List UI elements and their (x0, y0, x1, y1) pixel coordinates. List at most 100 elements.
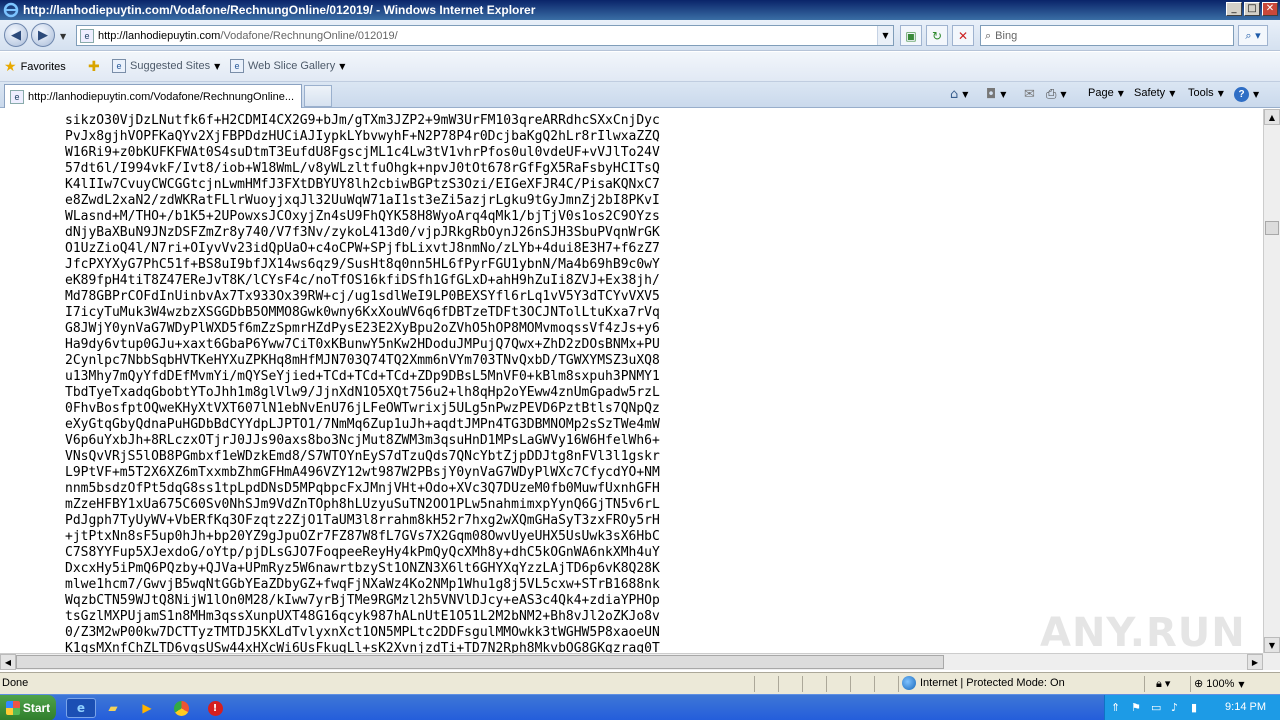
favorites-bar: ★ Favorites ✚ e Suggested Sites ▼ e Web … (0, 52, 1280, 82)
suggested-sites-link[interactable]: e Suggested Sites ▼ (112, 59, 220, 73)
tab-label: http://lanhodiepuytin.com/Vodafone/Rechn… (28, 90, 295, 103)
close-button[interactable]: ✕ (1262, 2, 1278, 16)
status-segment (754, 676, 778, 692)
mail-icon: ✉ (1024, 87, 1035, 102)
stop-button[interactable]: ✕ (952, 25, 974, 46)
taskbar-clock[interactable]: 9:14 PM (1225, 701, 1266, 713)
address-dropdown-button[interactable]: ▼ (877, 26, 893, 45)
web-slice-gallery-label: Web Slice Gallery (248, 60, 336, 72)
zone-label: Internet | Protected Mode: On (920, 676, 1065, 689)
text-line: 0/Z3M2wP00kw7DCTTyzTMTDJ5KXLdTvlyxnXct1O… (65, 625, 660, 640)
text-line: WLasnd+M/THO+/b1K5+2UPowxsJCOxyjZn4sU9Fh… (65, 209, 660, 224)
read-mail-button[interactable]: ✉ (1024, 87, 1035, 102)
text-line: V6p6uYxbJh+8RLczxOTjrJ0JJs90axs8bo3NcjMu… (65, 433, 660, 448)
protected-mode-lock-icon[interactable]: 🔒︎ ▾ (1156, 677, 1170, 691)
zoom-control[interactable]: ⊕ 100% ▼ (1194, 677, 1245, 690)
media-player-icon: ▶ (142, 701, 152, 715)
power-icon[interactable]: ▮ (1191, 701, 1197, 714)
chevron-down-icon: ▼ (1253, 90, 1260, 99)
address-toolbar: ◀ ▶ ▼ e http://lanhodiepuytin.com/Vodafo… (0, 20, 1280, 51)
chevron-down-icon: ▼ (1000, 90, 1007, 99)
compatibility-icon: ▣ (905, 28, 917, 43)
tray-expand-icon[interactable]: ⇑ (1111, 701, 1120, 714)
search-button[interactable]: ⌕ ▾ (1238, 25, 1268, 46)
volume-icon[interactable]: ♪ (1171, 701, 1178, 714)
favorites-star-icon: ★ (4, 59, 17, 75)
text-line: tsGzlMXPUjamS1n8MHm3qssXunpUXT48G16qcyk9… (65, 609, 660, 624)
text-line: DxcxHy5iPmQ6PQzby+QJVa+UPmRyz5W6nawrtbzy… (65, 561, 660, 576)
web-slice-icon: e (230, 59, 244, 73)
text-line: dNjyBaXBuN9JNzDSFZmZr8y740/V7f3Nv/zykoL4… (65, 225, 660, 240)
zoom-icon: ⊕ (1194, 678, 1207, 690)
taskbar-explorer[interactable]: ▰ (102, 698, 124, 718)
suggested-sites-label: Suggested Sites (130, 60, 211, 72)
zoom-level: 100% (1206, 678, 1235, 690)
vertical-scroll-thumb[interactable] (1265, 221, 1279, 235)
scroll-down-arrow-icon[interactable]: ▼ (1264, 637, 1280, 653)
text-line: u13Mhy7mQyYfdDEfMvmYi/mQYSeYjied+TCd+TCd… (65, 369, 660, 384)
home-button[interactable]: ⌂ ▼ (950, 87, 968, 102)
text-line: 57dt6l/I994vkF/Ivt8/iob+W18WmL/v8yWLzltf… (65, 161, 660, 176)
globe-icon (902, 676, 916, 690)
text-line: VNsQvVRjS5lOB8PGmbxf1eWDzkEmd8/S7WTOYnEy… (65, 449, 660, 464)
chevron-down-icon: ▼ (1117, 88, 1124, 98)
rss-feed-icon: ◘ (986, 87, 997, 102)
folder-icon: ▰ (108, 701, 118, 715)
start-button[interactable]: Start (0, 695, 56, 720)
minimize-button[interactable]: _ (1226, 2, 1242, 16)
maximize-button[interactable]: □ (1244, 2, 1260, 16)
scroll-right-arrow-icon[interactable]: ▶ (1247, 654, 1263, 670)
text-line: I7icyTuMuk3W4wzbzXSGGDbB5OMMO8Gwk0wny6Kx… (65, 305, 660, 320)
safety-menu-label: Safety (1134, 87, 1166, 99)
search-box[interactable]: ⌕ Bing (980, 25, 1234, 46)
text-line: L9PtVF+m5T2X6XZ6mTxxmbZhmGFHmA496VZY12wt… (65, 465, 660, 480)
new-tab-button[interactable] (304, 85, 332, 107)
text-line: 0FhvBosfptOQweKHyXtVXT607lN1ebNvEnU76jLF… (65, 401, 660, 416)
address-field[interactable]: e http://lanhodiepuytin.com/Vodafone/Rec… (76, 25, 894, 46)
page-menu[interactable]: Page ▼ (1088, 87, 1124, 99)
text-line: Md78GBPrCOFdInUinbvAx7Tx933Ox39RW+cj/ug1… (65, 289, 660, 304)
scroll-left-arrow-icon[interactable]: ◀ (0, 654, 16, 670)
help-button[interactable]: ? ▼ (1234, 87, 1259, 102)
tab-favicon-icon: e (10, 89, 24, 104)
safety-menu[interactable]: Safety ▼ (1134, 87, 1175, 99)
compatibility-view-button[interactable]: ▣ (900, 25, 922, 46)
anyrun-watermark: ANY.RUN (1040, 610, 1246, 656)
chevron-down-icon: ▼ (962, 90, 969, 99)
forward-button[interactable]: ▶ (31, 23, 55, 47)
refresh-button[interactable]: ↻ (926, 25, 948, 46)
tools-menu[interactable]: Tools ▼ (1188, 87, 1224, 99)
action-center-flag-icon[interactable]: ⚑ (1131, 701, 1141, 714)
web-slice-gallery-link[interactable]: e Web Slice Gallery ▼ (230, 59, 345, 73)
tab-current-page[interactable]: e http://lanhodiepuytin.com/Vodafone/Rec… (4, 84, 302, 108)
text-line: K1qsMXnfChZLTD6vqsUSw44xHXcWi6UsFkugLl+s… (65, 641, 660, 653)
print-button[interactable]: ⎙ ▼ (1046, 87, 1067, 102)
internet-explorer-icon (3, 2, 19, 18)
recent-pages-dropdown[interactable]: ▼ (60, 32, 66, 41)
text-line: eXyGtqGbyQdnaPuHGDbBdCYYdpLJPTO1/7NmMq6Z… (65, 417, 660, 432)
security-zone[interactable]: Internet | Protected Mode: On (902, 676, 1065, 690)
scroll-up-arrow-icon[interactable]: ▲ (1264, 109, 1280, 125)
status-segment (850, 676, 874, 692)
network-icon[interactable]: ▭ (1151, 701, 1161, 714)
text-line: Ha9dy6vtup0GJu+xaxt6GbaP6Yww7CiT0xKBunwY… (65, 337, 660, 352)
taskbar-security-app[interactable]: ! (204, 698, 226, 718)
taskbar-media-player[interactable]: ▶ (136, 698, 158, 718)
favorites-button[interactable]: ★ Favorites (4, 59, 66, 75)
text-line: mZzeHFBY1xUa675C60Sv0NhSJm9VdZnTOph8hLUz… (65, 497, 660, 512)
vertical-scrollbar[interactable]: ▲ ▼ (1263, 109, 1280, 653)
address-url[interactable]: http://lanhodiepuytin.com/Vodafone/Rechn… (98, 30, 398, 42)
search-placeholder: Bing (995, 29, 1018, 42)
page-menu-label: Page (1088, 87, 1114, 99)
taskbar-internet-explorer[interactable]: e (66, 698, 96, 718)
forward-arrow-icon: ▶ (38, 27, 48, 43)
horizontal-scroll-thumb[interactable] (16, 655, 944, 669)
back-button[interactable]: ◀ (4, 23, 28, 47)
add-to-favorites-bar-button[interactable]: ✚ (88, 59, 104, 75)
windows-logo-icon (5, 701, 20, 715)
feeds-button[interactable]: ◘ ▼ (986, 87, 1006, 102)
status-segment (826, 676, 850, 692)
chrome-icon (173, 700, 189, 716)
text-line: TbdTyeTxadqGbobtYToJhh1m8glVlw9/JjnXdN1O… (65, 385, 660, 400)
taskbar-chrome[interactable] (170, 698, 192, 718)
